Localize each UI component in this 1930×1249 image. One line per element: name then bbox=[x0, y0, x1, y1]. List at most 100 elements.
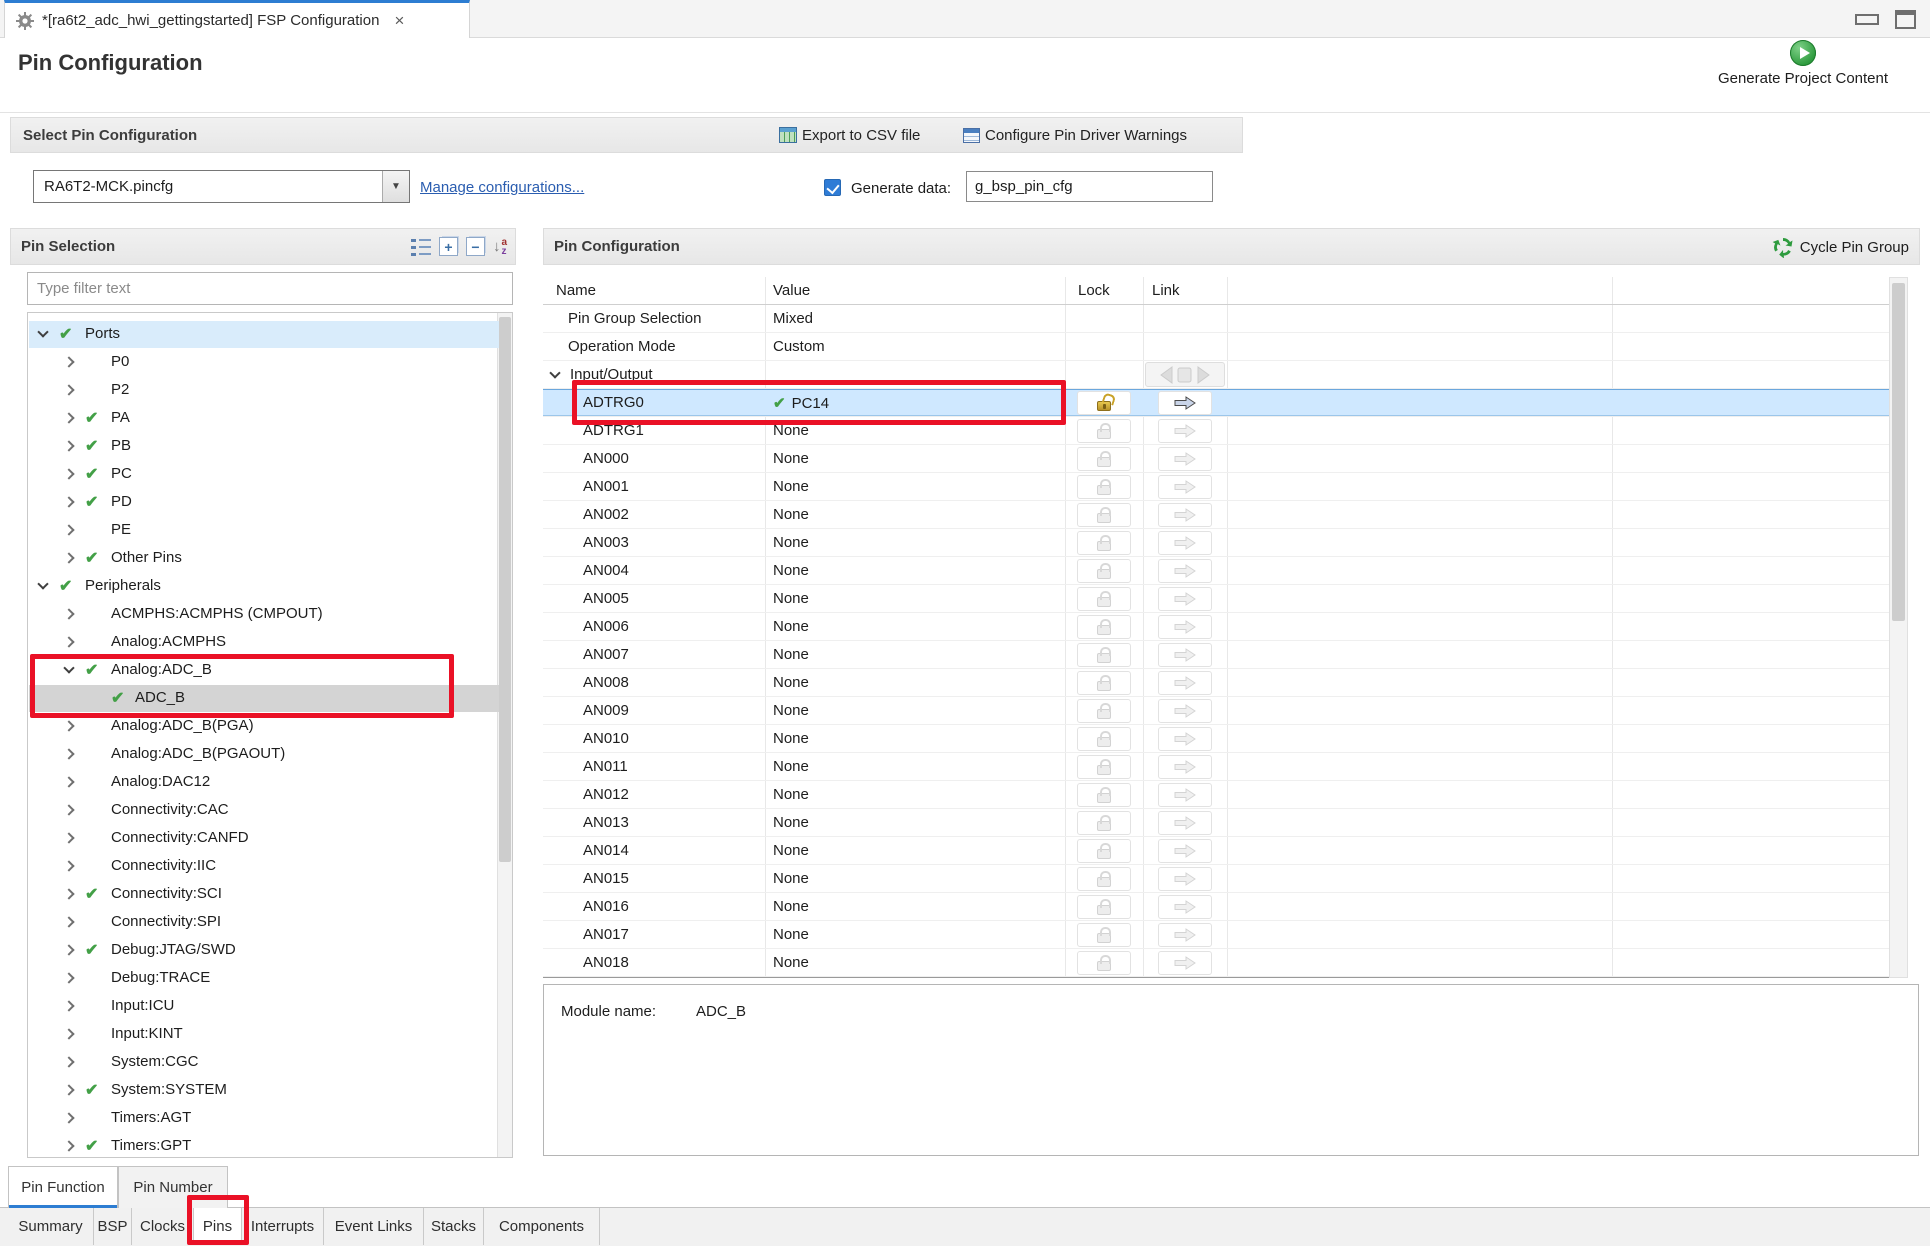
pin-row-adtrg1[interactable]: ADTRG1None bbox=[543, 417, 1889, 445]
lock-icon[interactable] bbox=[1077, 475, 1131, 499]
link-arrow-icon[interactable] bbox=[1158, 755, 1212, 779]
chevron-collapsed-icon[interactable] bbox=[63, 1000, 74, 1011]
pin-row-an017[interactable]: AN017None bbox=[543, 921, 1889, 949]
lock-icon[interactable] bbox=[1077, 923, 1131, 947]
tree-item-connectivity-spi[interactable]: Connectivity:SPI bbox=[29, 909, 499, 936]
tree-item-system-system[interactable]: ✔System:SYSTEM bbox=[29, 1077, 499, 1104]
chevron-collapsed-icon[interactable] bbox=[63, 384, 74, 395]
lock-icon[interactable] bbox=[1077, 503, 1131, 527]
table-scrollbar[interactable] bbox=[1889, 277, 1908, 978]
maximize-icon[interactable] bbox=[1895, 10, 1916, 29]
tree-item-connectivity-sci[interactable]: ✔Connectivity:SCI bbox=[29, 881, 499, 908]
tree-item-pa[interactable]: ✔PA bbox=[29, 405, 499, 432]
lock-icon[interactable] bbox=[1077, 839, 1131, 863]
chevron-collapsed-icon[interactable] bbox=[63, 1112, 74, 1123]
lock-icon[interactable] bbox=[1077, 867, 1131, 891]
generate-project-content-button[interactable]: Generate Project Content bbox=[1688, 40, 1918, 87]
chevron-down-icon[interactable]: ▼ bbox=[382, 171, 409, 202]
manage-configurations-link[interactable]: Manage configurations... bbox=[420, 179, 584, 196]
view-tab-pin-number[interactable]: Pin Number bbox=[118, 1166, 228, 1208]
sort-az-icon[interactable]: ↓ az bbox=[493, 238, 507, 256]
chevron-collapsed-icon[interactable] bbox=[63, 608, 74, 619]
pin-row-an005[interactable]: AN005None bbox=[543, 585, 1889, 613]
tree-item-pe[interactable]: PE bbox=[29, 517, 499, 544]
link-arrow-icon[interactable] bbox=[1158, 895, 1212, 919]
chevron-collapsed-icon[interactable] bbox=[63, 944, 74, 955]
link-arrow-icon[interactable] bbox=[1158, 559, 1212, 583]
link-arrow-icon[interactable] bbox=[1158, 391, 1212, 415]
link-arrow-icon[interactable] bbox=[1158, 783, 1212, 807]
link-arrow-icon[interactable] bbox=[1158, 419, 1212, 443]
tree-item-pb[interactable]: ✔PB bbox=[29, 433, 499, 460]
page-tab-event-links[interactable]: Event Links bbox=[324, 1208, 424, 1245]
link-arrow-icon[interactable] bbox=[1158, 587, 1212, 611]
tree-item-connectivity-iic[interactable]: Connectivity:IIC bbox=[29, 853, 499, 880]
chevron-collapsed-icon[interactable] bbox=[63, 804, 74, 815]
chevron-collapsed-icon[interactable] bbox=[63, 972, 74, 983]
tree-item-ports[interactable]: ✔Ports bbox=[29, 321, 499, 348]
pin-row-pin-group-selection[interactable]: Pin Group SelectionMixed bbox=[543, 305, 1889, 333]
chevron-expanded-icon[interactable] bbox=[63, 662, 74, 673]
chevron-collapsed-icon[interactable] bbox=[63, 860, 74, 871]
tree-item-timers-agt[interactable]: Timers:AGT bbox=[29, 1105, 499, 1132]
chevron-collapsed-icon[interactable] bbox=[63, 832, 74, 843]
lock-open-icon[interactable] bbox=[1077, 391, 1131, 415]
pin-row-an003[interactable]: AN003None bbox=[543, 529, 1889, 557]
pin-row-an012[interactable]: AN012None bbox=[543, 781, 1889, 809]
tree-item-system-cgc[interactable]: System:CGC bbox=[29, 1049, 499, 1076]
tree-item-pc[interactable]: ✔PC bbox=[29, 461, 499, 488]
lock-icon[interactable] bbox=[1077, 643, 1131, 667]
pin-row-an000[interactable]: AN000None bbox=[543, 445, 1889, 473]
link-arrow-icon[interactable] bbox=[1158, 503, 1212, 527]
pin-row-an011[interactable]: AN011None bbox=[543, 753, 1889, 781]
lock-icon[interactable] bbox=[1077, 587, 1131, 611]
generate-data-checkbox[interactable] bbox=[824, 179, 841, 196]
chevron-expanded-icon[interactable] bbox=[37, 578, 48, 589]
page-tab-stacks[interactable]: Stacks bbox=[424, 1208, 484, 1245]
list-view-icon[interactable] bbox=[411, 238, 431, 256]
view-tab-pin-function[interactable]: Pin Function bbox=[8, 1166, 118, 1208]
pin-row-an015[interactable]: AN015None bbox=[543, 865, 1889, 893]
chevron-collapsed-icon[interactable] bbox=[63, 888, 74, 899]
tree-item-analog-adc-b-pga[interactable]: Analog:ADC_B(PGA) bbox=[29, 713, 499, 740]
lock-icon[interactable] bbox=[1077, 727, 1131, 751]
close-icon[interactable]: × bbox=[394, 11, 404, 31]
tree-item-input-icu[interactable]: Input:ICU bbox=[29, 993, 499, 1020]
lock-icon[interactable] bbox=[1077, 895, 1131, 919]
tree-item-p2[interactable]: P2 bbox=[29, 377, 499, 404]
tree-filter-input[interactable] bbox=[27, 272, 513, 305]
tree-scrollbar-thumb[interactable] bbox=[499, 317, 511, 862]
tree-item-analog-adc-b-pgaout[interactable]: Analog:ADC_B(PGAOUT) bbox=[29, 741, 499, 768]
pin-row-operation-mode[interactable]: Operation ModeCustom bbox=[543, 333, 1889, 361]
chevron-collapsed-icon[interactable] bbox=[63, 524, 74, 535]
page-tab-components[interactable]: Components bbox=[484, 1208, 600, 1245]
pin-row-an001[interactable]: AN001None bbox=[543, 473, 1889, 501]
chevron-collapsed-icon[interactable] bbox=[63, 636, 74, 647]
page-tab-clocks[interactable]: Clocks bbox=[132, 1208, 194, 1245]
tree-item-analog-acmphs[interactable]: Analog:ACMPHS bbox=[29, 629, 499, 656]
tree-item-analog-adc-b[interactable]: ✔Analog:ADC_B bbox=[29, 657, 499, 684]
chevron-collapsed-icon[interactable] bbox=[63, 720, 74, 731]
lock-icon[interactable] bbox=[1077, 755, 1131, 779]
link-arrow-icon[interactable] bbox=[1158, 951, 1212, 975]
pin-row-an016[interactable]: AN016None bbox=[543, 893, 1889, 921]
tree-item-other-pins[interactable]: ✔Other Pins bbox=[29, 545, 499, 572]
page-tab-pins[interactable]: Pins bbox=[194, 1208, 242, 1245]
tree-item-pd[interactable]: ✔PD bbox=[29, 489, 499, 516]
lock-icon[interactable] bbox=[1077, 447, 1131, 471]
pin-row-an008[interactable]: AN008None bbox=[543, 669, 1889, 697]
tree-item-acmphs-acmphs-cmpout[interactable]: ACMPHS:ACMPHS (CMPOUT) bbox=[29, 601, 499, 628]
chevron-collapsed-icon[interactable] bbox=[63, 356, 74, 367]
generate-data-input[interactable] bbox=[966, 171, 1213, 202]
pin-row-an013[interactable]: AN013None bbox=[543, 809, 1889, 837]
chevron-collapsed-icon[interactable] bbox=[63, 916, 74, 927]
tree-item-timers-gpt[interactable]: ✔Timers:GPT bbox=[29, 1133, 499, 1158]
pin-row-an007[interactable]: AN007None bbox=[543, 641, 1889, 669]
pin-row-an018[interactable]: AN018None bbox=[543, 949, 1889, 977]
tree-scrollbar[interactable] bbox=[497, 313, 512, 1157]
chevron-collapsed-icon[interactable] bbox=[63, 1140, 74, 1151]
chevron-collapsed-icon[interactable] bbox=[63, 552, 74, 563]
chevron-collapsed-icon[interactable] bbox=[63, 412, 74, 423]
chevron-collapsed-icon[interactable] bbox=[63, 468, 74, 479]
tree-item-debug-trace[interactable]: Debug:TRACE bbox=[29, 965, 499, 992]
